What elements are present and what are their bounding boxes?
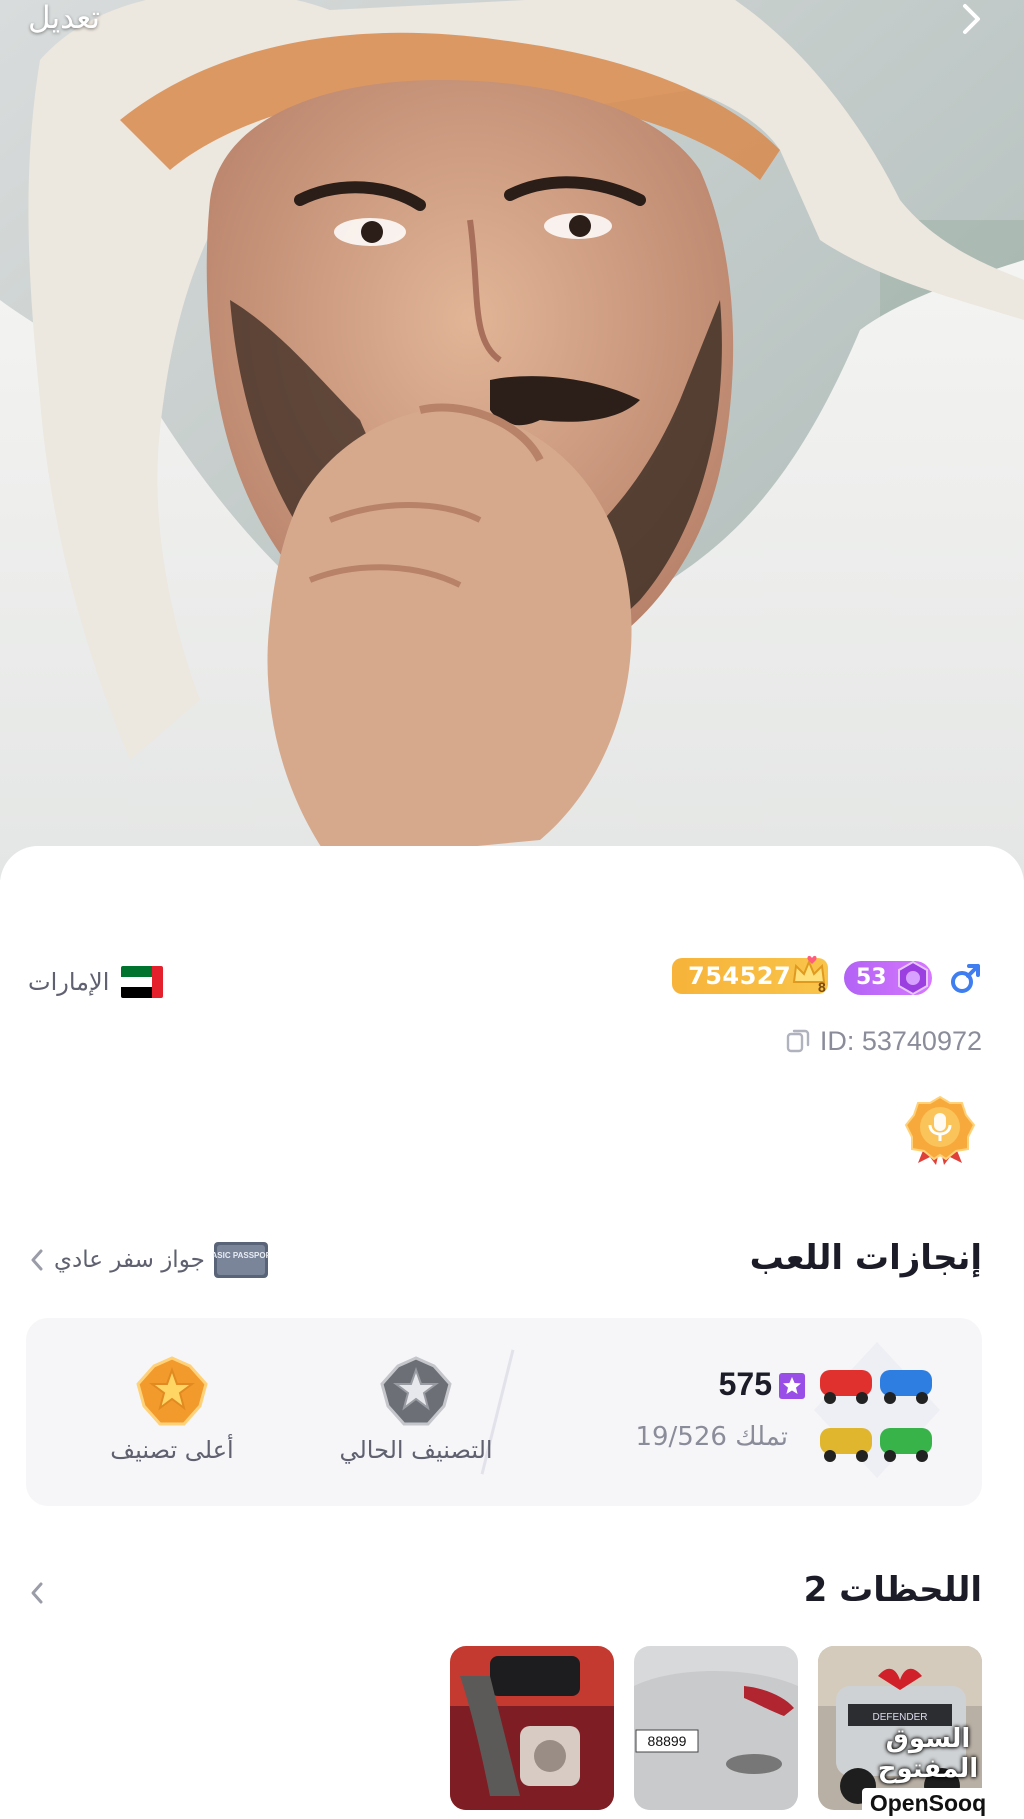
game-achievements-card[interactable]: 575 تملك 19/526 التصنيف الحالي أعلى تصني…	[26, 1318, 982, 1506]
plate-text: 88899	[648, 1733, 687, 1749]
chevron-left-icon[interactable]	[28, 1580, 46, 1606]
gold-rank-icon	[136, 1356, 208, 1426]
moment-photo-interior	[450, 1646, 614, 1810]
achievement-score: 575	[718, 1366, 772, 1402]
country-name: الإمارات	[28, 968, 110, 996]
owned-count: تملك 19/526	[635, 1422, 788, 1452]
game-achievements-title: إنجازات اللعب	[749, 1238, 982, 1278]
passport-card-icon: BASIC PASSPORT	[213, 1242, 269, 1278]
opensooq-watermark: السوق المفتوح OpenSooq	[854, 1724, 1002, 1819]
chevron-left-icon	[31, 1249, 43, 1271]
current-rank-label: التصنيف الحالي	[339, 1436, 493, 1464]
highest-rank[interactable]: أعلى تصنيف	[72, 1356, 272, 1464]
cover-photo-illustration	[0, 0, 1024, 880]
coins-badge[interactable]: 754527 8	[672, 955, 828, 994]
moments-title: اللحظات 2	[803, 1570, 982, 1610]
highest-rank-label: أعلى تصنيف	[110, 1436, 234, 1464]
moment-photo-bentley-front: 88899	[634, 1646, 798, 1810]
star-badge-icon	[779, 1373, 805, 1399]
level-value: 53	[856, 965, 887, 990]
coins-value: 754527	[688, 962, 792, 990]
profile-badges-row: 53 754527 8 الإمارات	[0, 955, 1024, 1002]
watermark-arabic: السوق المفتوح	[877, 1724, 979, 1784]
car-badge-text: DEFENDER	[872, 1712, 927, 1723]
crown-icon: 8	[792, 955, 826, 994]
microphone-medal-icon[interactable]	[904, 1095, 976, 1167]
crown-level: 8	[818, 979, 826, 994]
watermark-english: OpenSooq	[861, 1788, 995, 1819]
male-icon	[951, 964, 980, 993]
copy-icon[interactable]	[786, 1028, 810, 1054]
current-rank[interactable]: التصنيف الحالي	[316, 1356, 516, 1464]
uae-flag-icon	[121, 966, 164, 998]
passport-card-text: BASIC PASSPORT	[213, 1251, 269, 1260]
edit-button[interactable]: تعديل	[28, 0, 100, 36]
chevron-right-icon[interactable]	[954, 2, 988, 36]
passport-link[interactable]: جواز سفر عادي BASIC PASSPORT	[28, 1238, 269, 1282]
user-id: ID: 53740972	[819, 1025, 982, 1056]
level-badge[interactable]: 53	[844, 960, 932, 996]
moment-thumbnail[interactable]	[450, 1646, 614, 1810]
cars-collection-icon	[814, 1342, 940, 1478]
moment-thumbnail[interactable]: 88899	[634, 1646, 798, 1810]
profile-cover-photo	[0, 0, 1024, 880]
country: الإمارات	[28, 962, 164, 1002]
user-id-row[interactable]: ID: 53740972	[786, 1021, 982, 1061]
passport-label: جواز سفر عادي	[54, 1247, 205, 1273]
level-gem-icon	[898, 960, 928, 996]
top-bar: تعديل	[0, 0, 1024, 40]
silver-rank-icon	[380, 1356, 452, 1426]
